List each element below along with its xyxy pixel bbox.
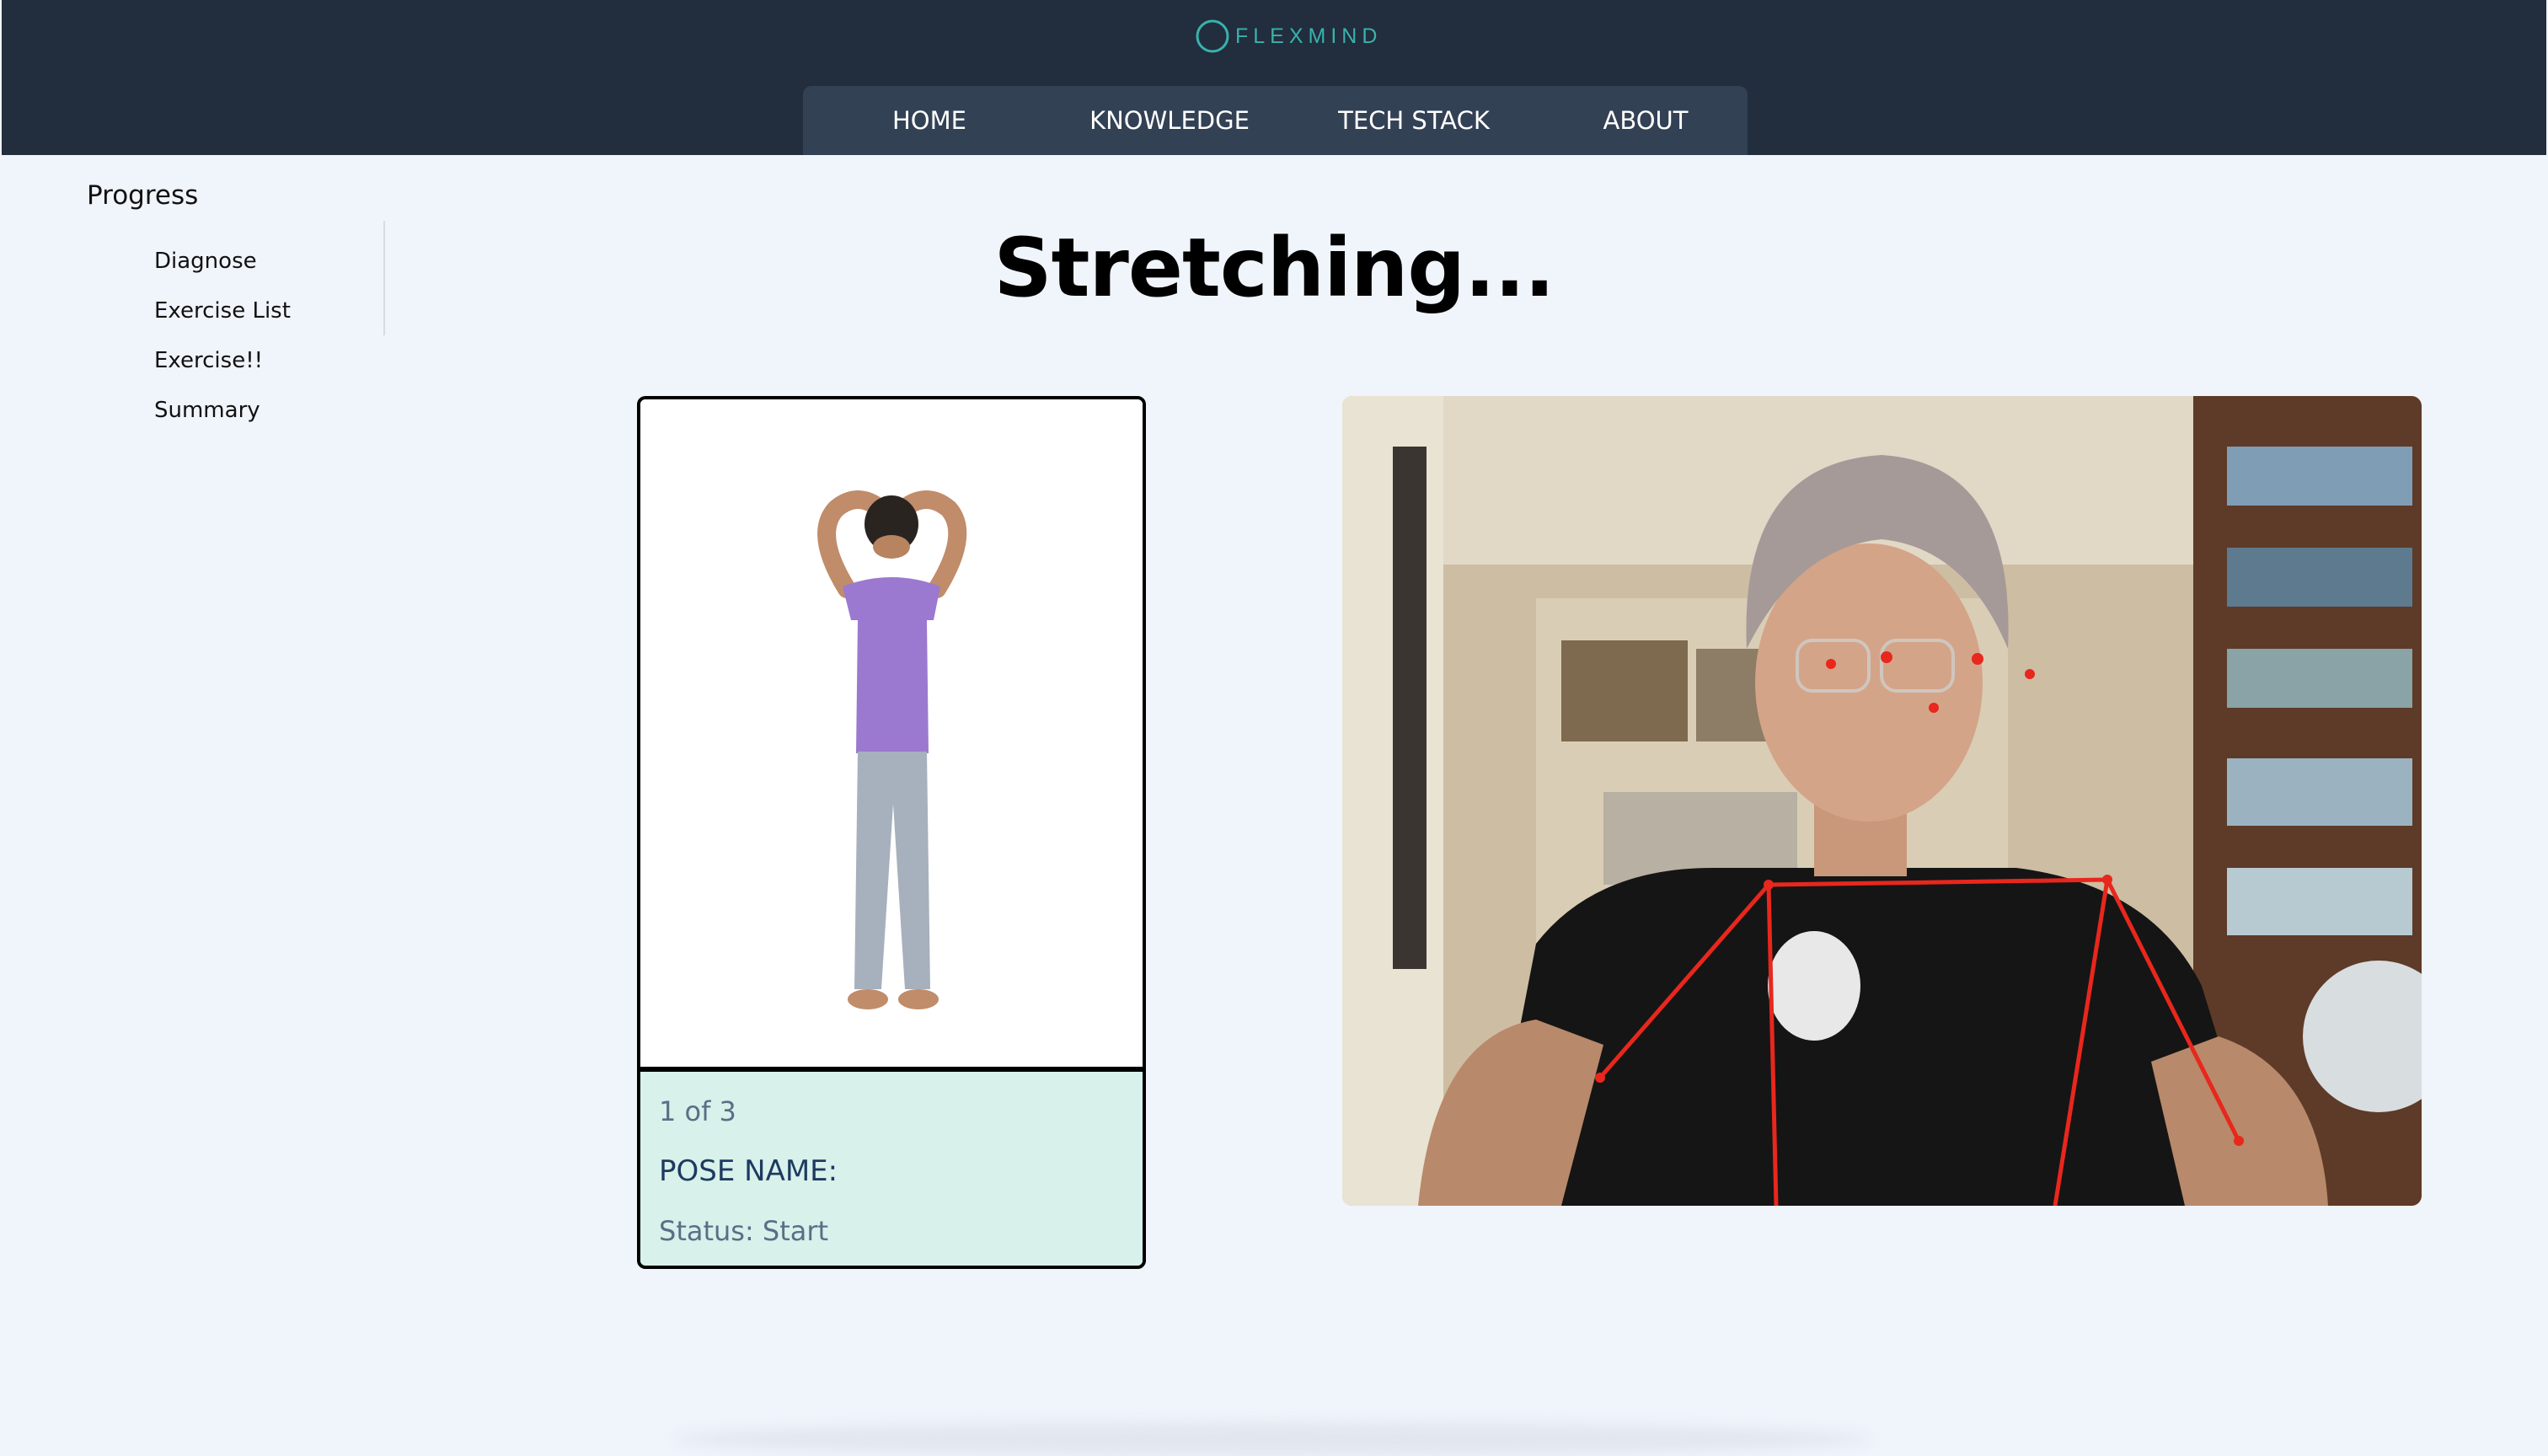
pose-card: 1 of 3 POSE NAME: Status: Start [637, 396, 1146, 1269]
pose-info-panel: 1 of 3 POSE NAME: Status: Start [640, 1072, 1143, 1266]
sidebar-item-exercise[interactable]: Exercise!! [154, 345, 263, 376]
nav-knowledge[interactable]: KNOWLEDGE [1064, 103, 1275, 138]
main-nav: HOME KNOWLEDGE TECH STACK ABOUT [803, 86, 1748, 155]
top-header: FLEXMIND HOME KNOWLEDGE TECH STACK ABOUT [2, 0, 2546, 155]
sidebar-title: Progress [87, 180, 199, 211]
circle-ring-icon [1196, 19, 1229, 53]
nav-home[interactable]: HOME [854, 103, 1005, 138]
webcam-scene [1342, 396, 2422, 1206]
nav-about[interactable]: ABOUT [1561, 103, 1730, 138]
bottom-shadow [674, 1422, 1871, 1456]
brand-name: FLEXMIND [1235, 24, 1383, 48]
brand-logo[interactable]: FLEXMIND [1195, 19, 1382, 54]
pose-name-label: POSE NAME: [659, 1154, 838, 1188]
pose-status: Status: Start [659, 1215, 829, 1247]
page-title: Stretching... [993, 221, 1555, 315]
pose-counter: 1 of 3 [659, 1095, 736, 1127]
webcam-feed [1342, 396, 2422, 1206]
nav-tech-stack[interactable]: TECH STACK [1309, 103, 1519, 138]
pose-figure-illustration [817, 490, 967, 1009]
pose-reference-image [640, 399, 1143, 1072]
sidebar-item-summary[interactable]: Summary [154, 395, 260, 426]
